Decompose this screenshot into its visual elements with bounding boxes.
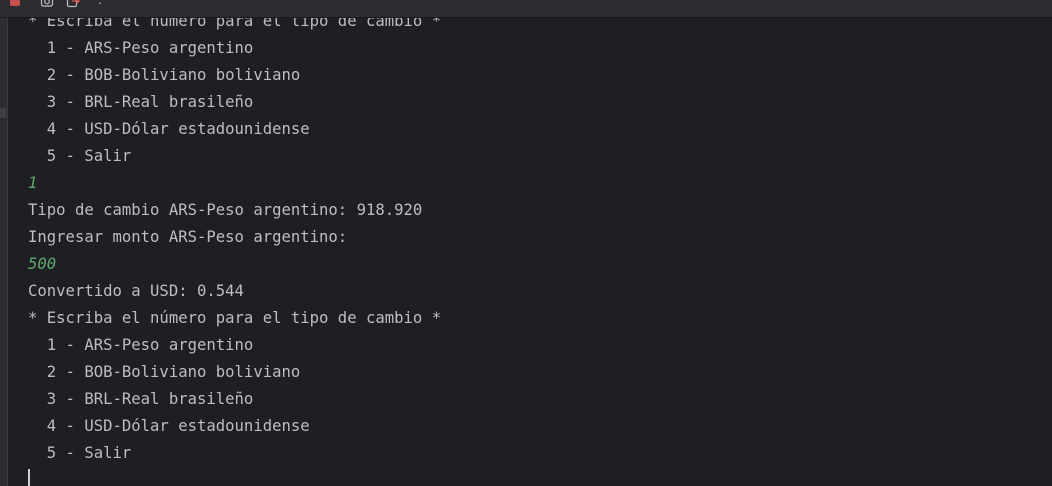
left-gutter <box>0 18 8 486</box>
console-line: 2 - BOB-Boliviano boliviano <box>28 66 301 84</box>
console-line: 1 - ARS-Peso argentino <box>28 39 254 57</box>
text-caret <box>28 469 30 486</box>
console-line: 4 - USD-Dólar estadounidense <box>28 417 310 435</box>
gutter-icon <box>0 108 6 118</box>
console-line: * Escriba el número para el tipo de camb… <box>28 309 442 327</box>
camera-icon[interactable] <box>40 0 54 8</box>
stop-icon[interactable] <box>8 0 22 8</box>
console-line: 1 - ARS-Peso argentino <box>28 336 254 354</box>
gutter-icon <box>0 82 6 92</box>
console-output[interactable]: * Escriba el número para el tipo de camb… <box>0 0 1052 486</box>
console-line: Convertido a USD: 0.544 <box>28 282 244 300</box>
gutter-icon <box>0 158 6 168</box>
more-icon[interactable]: ⋮ <box>93 0 107 7</box>
console-line: 3 - BRL-Real brasileño <box>28 93 254 111</box>
console-line: 4 - USD-Dólar estadounidense <box>28 120 310 138</box>
console-line: 3 - BRL-Real brasileño <box>28 390 254 408</box>
exit-icon[interactable] <box>66 0 80 8</box>
console-line: Tipo de cambio ARS-Peso argentino: 918.9… <box>28 201 423 219</box>
console-user-input: 500 <box>28 255 57 273</box>
console-line: 2 - BOB-Boliviano boliviano <box>28 363 301 381</box>
console-toolbar: ⋮ <box>0 0 1052 18</box>
console-line: 5 - Salir <box>28 444 132 462</box>
console-line: Ingresar monto ARS-Peso argentino: <box>28 228 348 246</box>
console-line: 5 - Salir <box>28 147 132 165</box>
console-user-input: 1 <box>28 174 38 192</box>
gutter-icon <box>0 134 6 144</box>
